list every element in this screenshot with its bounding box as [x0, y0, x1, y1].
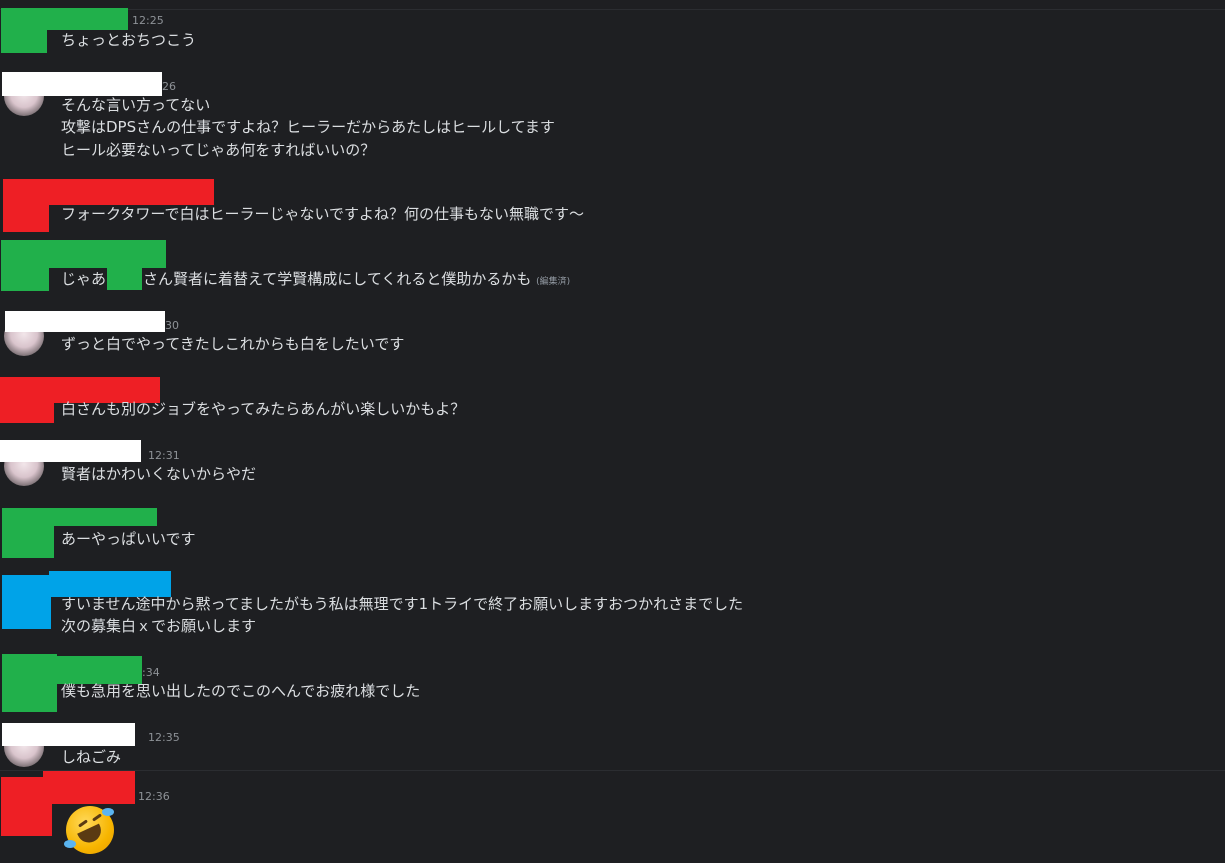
message-timestamp: 26: [162, 80, 176, 93]
message-text: じゃあ さん賢者に着替えて学賢構成にしてくれると僕助かるかも (編集済): [61, 268, 570, 293]
redacted-username: [1, 8, 128, 30]
message-text: ちょっとおちつこう: [61, 31, 197, 49]
message-timestamp: 12:31: [148, 449, 180, 462]
redacted-username: [2, 72, 162, 96]
message-timestamp: 12:36: [138, 790, 170, 803]
message-text: 僕も急用を思い出したのでこのへんでお疲れ様でした: [61, 682, 421, 700]
message-text: ヒール必要ないってじゃあ何をすればいいの？: [61, 141, 376, 159]
message-text: 攻撃はDPSさんの仕事ですよね？ヒーラーだからあたしはヒールしてます: [61, 118, 555, 136]
message-text: 賢者はかわいくないからやだ: [61, 465, 257, 483]
message-text: 白さんも別のジョブをやってみたらあんがい楽しいかもよ？: [61, 400, 466, 418]
redacted-username: [5, 311, 165, 332]
message-timestamp: 12:25: [132, 14, 164, 27]
top-divider: [0, 9, 1225, 10]
message-text: そんな言い方ってない: [61, 96, 211, 114]
redacted-username: [3, 179, 214, 205]
emoji-mouth: [77, 823, 105, 847]
redacted-username: [2, 508, 157, 526]
message-text: ずっと白でやってきたしこれからも白をしたいです: [61, 335, 405, 353]
emoji-tear: [102, 808, 114, 816]
emoji-eye: [78, 819, 88, 828]
redacted-username: [2, 723, 135, 746]
redacted-mention: [107, 268, 143, 290]
redacted-username: [0, 440, 141, 462]
message-timestamp: :34: [142, 666, 160, 679]
emoji-eye: [92, 813, 102, 822]
message-divider: [0, 770, 1225, 771]
emoji-tear: [64, 840, 76, 848]
rolling-on-floor-laughing-emoji-icon[interactable]: [64, 806, 114, 854]
message-text: あーやっぱいいです: [61, 530, 196, 548]
redacted-username: [1, 240, 166, 268]
redacted-username: [43, 771, 135, 804]
message-text-part: じゃあ: [61, 270, 107, 288]
message-timestamp: 12:35: [148, 731, 180, 744]
message-text: フォークタワーで白はヒーラーじゃないですよね？何の仕事もない無職です～: [61, 205, 585, 223]
edited-label: (編集済): [536, 277, 571, 287]
message-timestamp: 30: [165, 319, 179, 332]
message-text-part: さん賢者に着替えて学賢構成にしてくれると僕助かるかも: [143, 270, 532, 288]
redacted-avatar: [2, 575, 51, 629]
message-text: すいません途中から黙ってましたがもう私は無理です1トライで終了お願いしますおつか…: [61, 595, 744, 613]
message-text: しねごみ: [61, 748, 122, 766]
message-text: 次の募集白ｘでお願いします: [61, 617, 257, 635]
